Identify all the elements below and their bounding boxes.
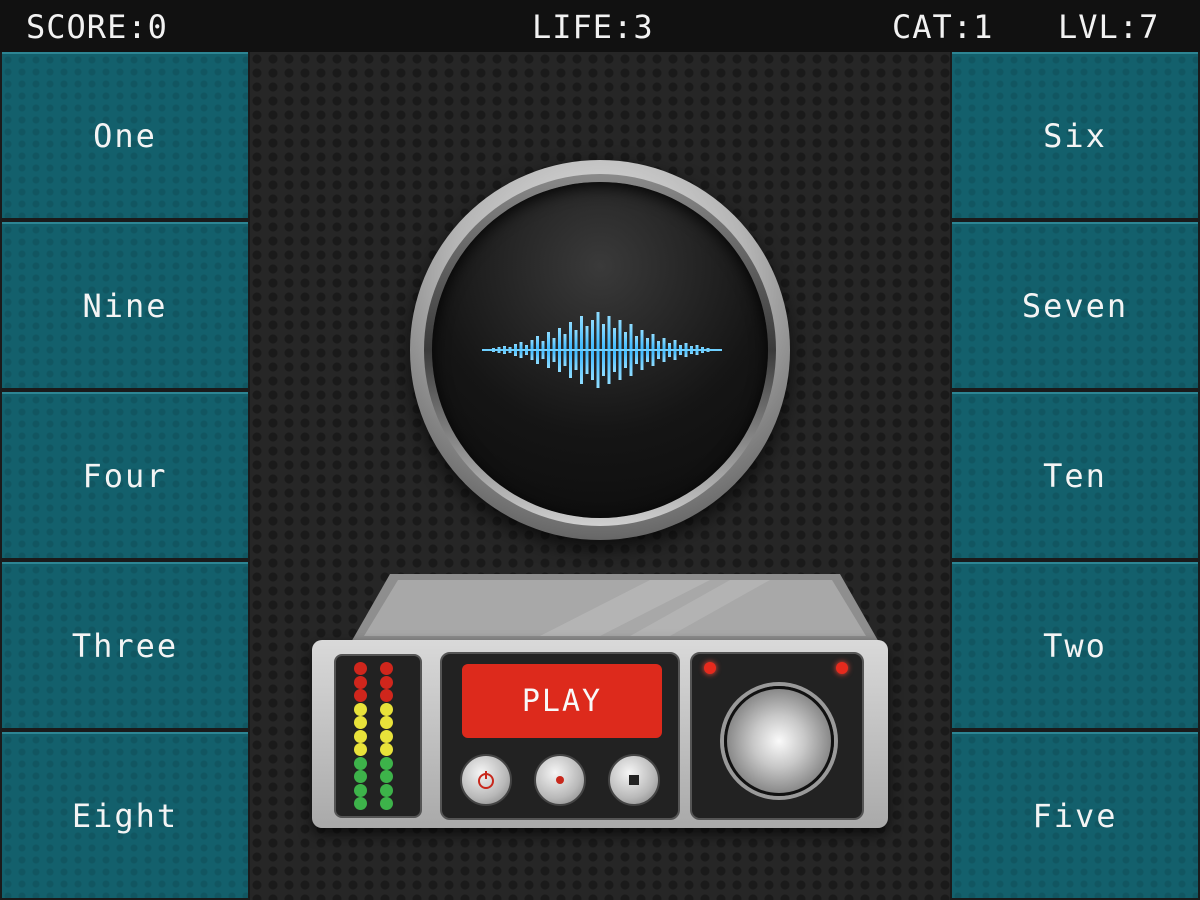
center-panel: PLAY [250,52,950,900]
life-display: LIFE:3 [532,8,654,46]
level-meter [334,654,422,818]
meter-led [380,662,393,675]
stop-icon [629,775,639,785]
play-button[interactable]: PLAY [462,664,662,738]
score-display: SCORE:0 [26,8,168,46]
meter-led [354,743,367,756]
answer-tile[interactable]: Eight [2,732,248,898]
right-answer-column: Six Seven Ten Two Five [950,52,1200,900]
meter-led [354,783,367,797]
answer-tile[interactable]: Two [952,562,1198,728]
meter-led [354,702,367,716]
record-button[interactable] [534,754,586,806]
radio-device-top [350,574,880,644]
knob-panel [690,652,864,820]
indicator-light [704,662,716,674]
power-icon [478,771,494,789]
answer-tile[interactable]: Four [2,392,248,558]
category-display: CAT:1 [892,8,994,46]
radio-device: PLAY [312,640,888,828]
answer-tile[interactable]: Three [2,562,248,728]
left-answer-column: One Nine Four Three Eight [0,52,250,900]
control-panel: PLAY [440,652,680,820]
answer-tile[interactable]: Five [952,732,1198,898]
meter-led [380,783,393,797]
meter-led [380,716,393,729]
meter-led [354,716,367,729]
meter-led [380,756,393,770]
meter-led [354,689,367,702]
meter-led [354,756,367,770]
answer-tile[interactable]: Ten [952,392,1198,558]
answer-tile[interactable]: Six [952,52,1198,218]
speaker-screen [432,182,768,518]
volume-knob[interactable] [724,686,834,796]
meter-led [354,770,367,783]
sound-wave-icon [482,312,722,388]
meter-led [354,797,367,810]
meter-led [354,662,367,675]
answer-tile[interactable]: One [2,52,248,218]
indicator-light [836,662,848,674]
meter-led [380,702,393,716]
meter-led [380,743,393,756]
meter-led [380,770,393,783]
power-button[interactable] [460,754,512,806]
meter-led [380,729,393,743]
meter-led [380,675,393,689]
record-icon [556,776,564,784]
meter-led [354,729,367,743]
speaker [410,160,790,540]
answer-tile[interactable]: Nine [2,222,248,388]
hud-bar: SCORE:0 LIFE:3 CAT:1 LVL:7 [0,0,1200,54]
meter-led [354,675,367,689]
answer-tile[interactable]: Seven [952,222,1198,388]
meter-led [380,797,393,810]
stop-button[interactable] [608,754,660,806]
meter-led [380,689,393,702]
level-display: LVL:7 [1058,8,1160,46]
